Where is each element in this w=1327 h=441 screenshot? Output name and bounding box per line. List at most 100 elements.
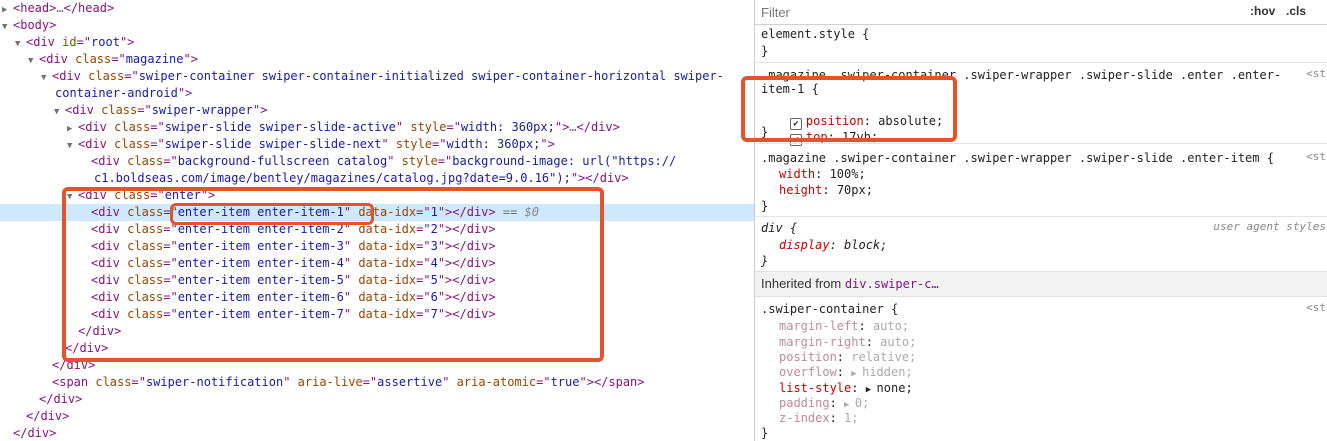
markup-token: " — [343, 205, 359, 219]
markup-token: =" — [163, 273, 178, 287]
markup-token: " — [343, 222, 359, 236]
markup-token: enter — [164, 188, 201, 202]
rule4-source-link[interactable]: <st — [1306, 301, 1326, 314]
element-style-selector[interactable]: element.style { — [761, 26, 1327, 42]
markup-token: </div> — [452, 205, 496, 219]
dom-node-line[interactable]: <div class="enter-item enter-item-7" dat… — [0, 306, 754, 323]
markup-token: <head> — [13, 1, 57, 15]
markup-token: =" — [150, 120, 165, 134]
dom-node-line[interactable]: ▶ <div class="swiper-slide swiper-slide-a… — [0, 119, 754, 136]
dom-node-line[interactable]: </div> — [0, 340, 754, 357]
markup-token: <body> — [13, 18, 57, 32]
markup-token: "> — [437, 307, 453, 321]
markup-token: </div> — [52, 358, 96, 372]
markup-token: =" — [76, 35, 92, 49]
cls-toggle-button[interactable]: .cls — [1286, 4, 1306, 18]
elements-tree-panel[interactable]: ▶ <head>…</head> ▼ <body> ▼ <div id="root"> ▼ <… — [0, 0, 754, 441]
rule4-prop-position[interactable]: position: relative; — [779, 349, 1327, 365]
dom-node-line[interactable]: </div> — [0, 391, 754, 408]
markup-token: "> — [540, 137, 555, 151]
markup-token: </div> — [452, 239, 496, 253]
dom-node-line[interactable]: </div> — [0, 408, 754, 425]
dom-node-line[interactable]: <div class="enter-item enter-item-3" dat… — [0, 238, 754, 255]
rule2-prop-width[interactable]: width: 100%; — [779, 166, 1327, 182]
dom-node-line[interactable]: ▼ <body> — [0, 17, 754, 34]
markup-token: =" — [163, 205, 178, 219]
markup-token: <div — [91, 273, 128, 287]
rule2-prop-height[interactable]: height: 70px; — [779, 182, 1327, 198]
markup-token: <div — [91, 205, 128, 219]
markup-token: class — [127, 239, 164, 253]
markup-token: data-idx — [358, 222, 417, 236]
dom-node-line[interactable]: ▼ <div class="swiper-wrapper"> — [0, 102, 754, 119]
markup-token: " — [283, 375, 298, 389]
markup-token: =" — [163, 290, 178, 304]
expand-triangle-icon[interactable]: ▶ — [844, 400, 855, 410]
markup-token: swiper-notification — [145, 375, 284, 389]
dom-node-line[interactable]: </div> — [0, 357, 754, 374]
markup-token: class — [88, 69, 125, 83]
dom-node-line[interactable]: </div> — [0, 425, 754, 441]
markup-token: class — [127, 290, 164, 304]
rule4-prop-list-style[interactable]: list-style: ▶ none; — [779, 380, 1327, 396]
expand-triangle-icon[interactable]: ▶ — [866, 385, 877, 395]
markup-token: =" — [131, 375, 146, 389]
rule2-source-link[interactable]: <st — [1306, 150, 1326, 163]
markup-token: id — [62, 35, 77, 49]
rule3-source: user agent styles — [1213, 220, 1326, 233]
markup-token: … — [569, 120, 577, 134]
rule4-prop-margin-right[interactable]: margin-right: auto; — [779, 334, 1327, 350]
markup-token: =" — [432, 137, 447, 151]
markup-token: =" — [362, 375, 378, 389]
dom-node-line[interactable]: ▶ <head>…</head> — [0, 0, 754, 17]
expand-triangle-icon[interactable]: ▶ — [851, 369, 862, 379]
hov-toggle-button[interactable]: :hov — [1250, 4, 1275, 18]
markup-token: magazine — [125, 52, 184, 66]
markup-token: enter-item enter-item-3 — [177, 239, 344, 253]
styles-filter-input[interactable] — [759, 3, 1233, 21]
markup-token: =" — [163, 154, 178, 168]
rule3-prop-display[interactable]: display: block; — [779, 237, 1327, 253]
markup-token: </div> — [585, 171, 629, 185]
dom-node-line[interactable]: ▼ <div class="enter"> — [0, 187, 754, 204]
markup-token: " — [343, 307, 359, 321]
dom-node-line[interactable]: container-android"> — [0, 85, 754, 102]
dom-node-line[interactable]: ▼ <div id="root"> — [0, 34, 754, 51]
dom-node-line[interactable]: <div class="enter-item enter-item-2" dat… — [0, 221, 754, 238]
rule1-source-link[interactable]: <st — [1306, 67, 1326, 80]
rule4-prop-margin-left[interactable]: margin-left: auto; — [779, 318, 1327, 334]
dom-node-line[interactable]: <span class="swiper-notification" aria-l… — [0, 374, 754, 391]
dom-node-line[interactable]: c1.boldseas.com/image/bentley/magazines/… — [0, 170, 754, 187]
styles-filter-bar: :hov .cls — [755, 0, 1327, 25]
rule1-prop-position[interactable]: ✔ position: absolute; — [761, 97, 1327, 130]
rule4-selector[interactable]: .swiper-container { — [761, 301, 1327, 317]
markup-token: </div> — [39, 392, 83, 406]
markup-token: "> — [437, 290, 453, 304]
markup-token: </div> — [452, 273, 496, 287]
markup-token: =" — [416, 239, 431, 253]
dom-node-line[interactable]: ▼ <div class="swiper-container swiper-con… — [0, 68, 754, 85]
inherited-from-link[interactable]: div.swiper-c… — [845, 277, 939, 291]
markup-token: 1 — [430, 205, 438, 219]
markup-token: background-fullscreen catalog — [177, 154, 388, 168]
markup-token: <span — [52, 375, 96, 389]
dom-node-line[interactable]: ▼ <div class="swiper-slide swiper-slide-n… — [0, 136, 754, 153]
rule4-prop-z-index[interactable]: z-index: 1; — [779, 410, 1327, 426]
markup-token: =" — [416, 205, 431, 219]
dom-node-line[interactable]: <div class="enter-item enter-item-6" dat… — [0, 289, 754, 306]
rule4-prop-padding[interactable]: padding: ▶ 0; — [779, 395, 1327, 411]
dom-node-selected[interactable]: <div class="enter-item enter-item-1" dat… — [0, 204, 754, 221]
dom-node-line[interactable]: </div> — [0, 323, 754, 340]
markup-token: class — [114, 137, 151, 151]
rule4-prop-overflow[interactable]: overflow: ▶ hidden; — [779, 364, 1327, 380]
dom-node-line[interactable]: <div class="enter-item enter-item-5" dat… — [0, 272, 754, 289]
markup-token: <div — [52, 69, 89, 83]
rule2-selector[interactable]: .magazine .swiper-container .swiper-wrap… — [761, 150, 1327, 166]
dom-node-line[interactable]: ▼ <div class="magazine"> — [0, 51, 754, 68]
dom-node-line[interactable]: <div class="enter-item enter-item-4" dat… — [0, 255, 754, 272]
markup-token: =" — [111, 52, 126, 66]
dom-node-line[interactable]: <div class="background-fullscreen catalo… — [0, 153, 754, 170]
markup-token: container-android — [55, 86, 178, 100]
markup-token: swiper-wrapper — [151, 103, 253, 117]
markup-token: enter-item enter-item-5 — [177, 273, 344, 287]
